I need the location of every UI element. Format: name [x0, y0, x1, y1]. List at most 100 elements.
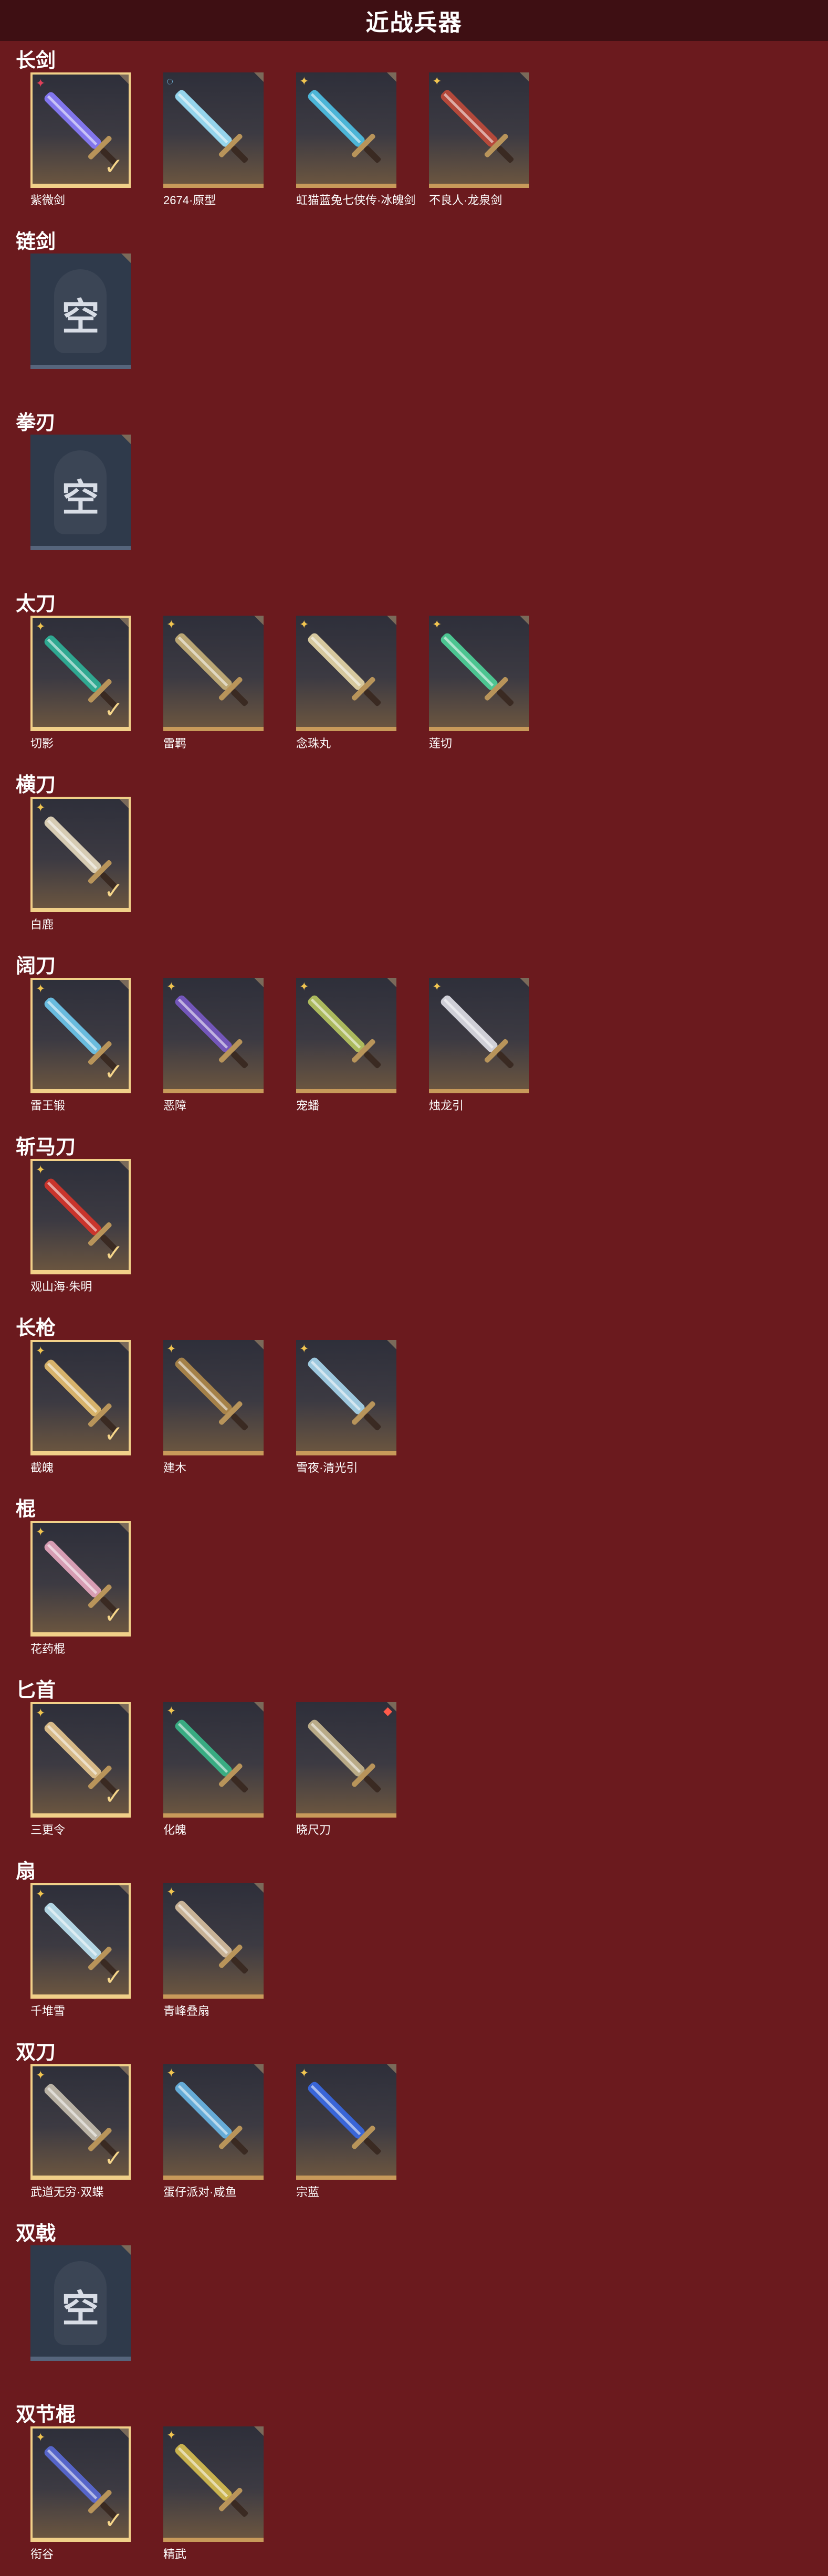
weapon-name: 建木	[163, 1461, 187, 1474]
gold-star-icon: ✦	[36, 1887, 46, 1901]
weapon-name: 切影	[30, 737, 54, 750]
weapon-name: 雷羁	[163, 737, 187, 750]
equipped-check-icon: ✓	[104, 1421, 123, 1447]
weapon-card[interactable]: ✦ ✓ 雷王锻	[30, 978, 131, 1113]
weapon-image	[175, 1357, 248, 1431]
category-title: 横刀	[16, 774, 56, 796]
gold-star-icon: ✦	[36, 1525, 46, 1538]
weapon-image	[308, 1357, 381, 1431]
weapon-card-frame: ✦	[296, 616, 396, 731]
weapon-name: 念珠丸	[296, 737, 331, 750]
weapon-name: 青峰叠扇	[163, 2004, 210, 2018]
corner-fold-icon	[520, 978, 529, 987]
red-diamond-icon: ◆	[383, 1704, 392, 1717]
gold-star-icon: ✦	[299, 618, 309, 631]
gold-star-icon: ✦	[432, 980, 442, 993]
weapon-card-frame: ✦	[163, 2426, 264, 2542]
weapon-card[interactable]: ✦ ✓ 花药棍	[30, 1521, 131, 1656]
weapon-card[interactable]: ✦ ✓ 紫微剑	[30, 72, 131, 208]
gold-star-icon: ✦	[36, 801, 46, 814]
weapon-card[interactable]: ✦ 青峰叠扇	[163, 1883, 264, 2019]
weapon-card[interactable]: ✦ ✓ 白鹿	[30, 797, 131, 932]
weapon-name: 化魄	[163, 1823, 187, 1836]
weapon-card[interactable]: ✦ 不良人·龙泉剑	[429, 72, 529, 208]
weapon-card[interactable]: ✦ 宗蓝	[296, 2064, 396, 2200]
weapon-card-frame: ✦	[296, 978, 396, 1093]
weapon-card-frame: ✦	[163, 616, 264, 731]
weapon-card-frame: ✦ ✓	[30, 1883, 131, 1999]
weapon-image	[441, 633, 514, 706]
weapon-name: 蛋仔派对·咸鱼	[163, 2186, 237, 2199]
corner-fold-icon	[119, 75, 129, 84]
weapon-card[interactable]: ✦ 恶障	[163, 978, 264, 1113]
weapon-card[interactable]: ✦ 精武	[163, 2426, 264, 2562]
weapon-image	[175, 90, 248, 163]
weapon-name: 烛龙引	[429, 1099, 464, 1112]
weapon-card[interactable]: ✦ 宠蟠	[296, 978, 396, 1113]
weapon-card[interactable]: ✦ ✓ 切影	[30, 616, 131, 751]
weapon-card[interactable]: ✦ ✓ 三更令	[30, 1702, 131, 1838]
corner-fold-icon	[119, 1523, 129, 1533]
weapon-card[interactable]: ✦ 念珠丸	[296, 616, 396, 751]
weapon-card[interactable]: ✦ 蛋仔派对·咸鱼	[163, 2064, 264, 2200]
empty-slot[interactable]: 空	[30, 254, 131, 369]
category-title: 扇	[16, 1861, 36, 1883]
weapon-name: 恶障	[163, 1099, 187, 1112]
weapon-category: 双刀 ✦ ✓ 武道无穷·双蝶 ✦ 蛋仔派对·咸鱼 ✦ 宗蓝	[0, 2033, 828, 2214]
empty-slot[interactable]: 空	[30, 2245, 131, 2361]
weapon-name: 花药棍	[30, 1642, 66, 1655]
weapon-name: 衔谷	[30, 2548, 54, 2561]
corner-fold-icon	[520, 72, 529, 82]
weapon-card-frame: ✦	[429, 978, 529, 1093]
weapon-name: 雷王锻	[30, 1099, 66, 1112]
empty-label: 空	[61, 478, 100, 520]
corner-fold-icon	[520, 616, 529, 625]
equipped-check-icon: ✓	[104, 1783, 123, 1809]
weapon-image	[175, 2082, 248, 2155]
category-title: 棍	[16, 1498, 36, 1521]
weapon-category: 拳刃空	[0, 403, 828, 584]
weapon-card[interactable]: ✦ 雷羁	[163, 616, 264, 751]
weapon-card[interactable]: ✦ ✓ 衔谷	[30, 2426, 131, 2562]
category-title: 双节棍	[16, 2404, 76, 2426]
weapon-card-frame: ✦ ✓	[30, 978, 131, 1093]
weapon-card[interactable]: ✦ 建木	[163, 1340, 264, 1475]
weapon-name: 不良人·龙泉剑	[429, 194, 502, 207]
weapon-name: 白鹿	[30, 918, 54, 931]
weapon-card[interactable]: ◆ 晓尺刀	[296, 1702, 396, 1838]
corner-fold-icon	[119, 2429, 129, 2438]
empty-slot[interactable]: 空	[30, 435, 131, 550]
weapon-card-frame: ✦ ✓	[30, 72, 131, 188]
weapon-card[interactable]: ✦ 虹猫蓝兔七侠传·冰魄剑	[296, 72, 415, 208]
corner-fold-icon	[119, 1161, 129, 1170]
weapon-card-frame: ✦	[296, 2064, 396, 2180]
corner-fold-icon	[254, 616, 264, 625]
equipped-check-icon: ✓	[104, 2508, 123, 2533]
weapon-image	[175, 1719, 248, 1793]
weapon-image	[175, 633, 248, 706]
empty-slot-frame: 空	[30, 2245, 131, 2361]
category-title: 长剑	[16, 50, 56, 72]
weapon-card-frame: ✦	[429, 616, 529, 731]
weapon-card[interactable]: ✦ 烛龙引	[429, 978, 529, 1113]
weapon-card-frame: ✦ ✓	[30, 2064, 131, 2180]
weapon-card[interactable]: ◌ 2674·原型	[163, 72, 264, 208]
weapon-card-frame: ✦	[163, 1702, 264, 1818]
weapon-card-frame: ✦	[429, 72, 529, 188]
category-title: 双戟	[16, 2223, 56, 2245]
weapon-image	[308, 90, 381, 163]
corner-fold-icon	[121, 254, 131, 263]
weapon-card[interactable]: ✦ 化魄	[163, 1702, 264, 1838]
weapon-card[interactable]: ✦ ✓ 千堆雪	[30, 1883, 131, 2019]
red-star-icon: ✦	[36, 77, 46, 90]
weapon-card[interactable]: ✦ 莲切	[429, 616, 529, 751]
weapon-card[interactable]: ✦ ✓ 观山海·朱明	[30, 1159, 131, 1294]
weapon-name: 莲切	[429, 737, 453, 750]
category-title: 阔刀	[16, 955, 56, 977]
weapon-card-frame: ✦	[163, 1883, 264, 1999]
weapon-card-frame: ◆	[296, 1702, 396, 1818]
weapon-card[interactable]: ✦ 雪夜·清光引	[296, 1340, 396, 1475]
weapon-card[interactable]: ✦ ✓ 武道无穷·双蝶	[30, 2064, 131, 2200]
gold-star-icon: ✦	[299, 75, 309, 88]
weapon-card[interactable]: ✦ ✓ 截魄	[30, 1340, 131, 1475]
